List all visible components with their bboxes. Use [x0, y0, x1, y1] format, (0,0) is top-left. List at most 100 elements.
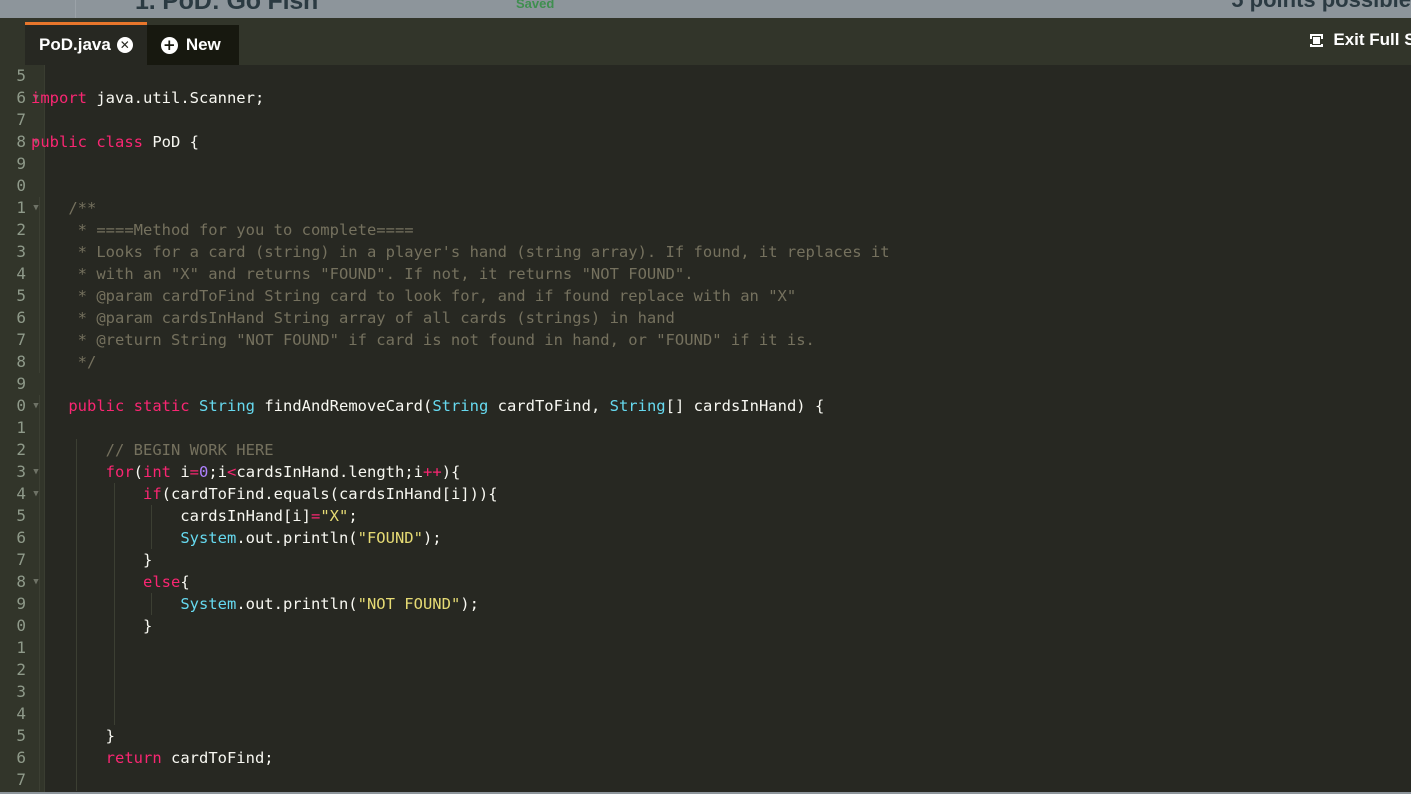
line-number: 1 — [0, 637, 26, 659]
code-text: * with an "X" and returns "FOUND". If no… — [31, 263, 694, 285]
code-line[interactable]: 3 * Looks for a card (string) in a playe… — [0, 241, 1411, 263]
code-line[interactable]: 4 — [0, 703, 1411, 725]
new-file-button[interactable]: + New — [147, 25, 239, 65]
code-line[interactable]: 1▼ /** — [0, 197, 1411, 219]
line-number: 0 — [0, 615, 26, 637]
line-number: 4 — [0, 263, 26, 285]
line-number: 2 — [0, 439, 26, 461]
line-number: 3 — [0, 461, 26, 483]
code-text: else{ — [31, 571, 190, 593]
code-content[interactable]: 56▼import java.util.Scanner;78▼public cl… — [0, 65, 1411, 792]
line-number: 5 — [0, 505, 26, 527]
code-text: * @param cardToFind String card to look … — [31, 285, 796, 307]
indent-guide — [114, 659, 115, 681]
code-line[interactable]: 1 — [0, 637, 1411, 659]
code-line[interactable]: 3▼ for(int i=0;i<cardsInHand.length;i++)… — [0, 461, 1411, 483]
code-text: * @return String "NOT FOUND" if card is … — [31, 329, 815, 351]
code-line[interactable]: 6 System.out.println("FOUND"); — [0, 527, 1411, 549]
code-line[interactable]: 7 — [0, 769, 1411, 791]
code-line[interactable]: 6 * @param cardsInHand String array of a… — [0, 307, 1411, 329]
code-text: for(int i=0;i<cardsInHand.length;i++){ — [31, 461, 460, 483]
plus-icon: + — [161, 37, 178, 54]
indent-guide — [39, 637, 40, 659]
line-number: 5 — [0, 65, 26, 87]
code-line[interactable]: 9 System.out.println("NOT FOUND"); — [0, 593, 1411, 615]
code-line[interactable]: 5 } — [0, 725, 1411, 747]
indent-guide — [39, 681, 40, 703]
line-number: 6 — [0, 307, 26, 329]
code-line[interactable]: 3 — [0, 681, 1411, 703]
line-number: 5 — [0, 725, 26, 747]
indent-guide — [39, 417, 40, 439]
line-number: 4 — [0, 703, 26, 725]
code-text: } — [31, 549, 152, 571]
close-icon[interactable]: ✕ — [117, 37, 133, 53]
new-file-label: New — [186, 35, 221, 55]
code-line[interactable]: 2 * ====Method for you to complete==== — [0, 219, 1411, 241]
code-text: public static String findAndRemoveCard(S… — [31, 395, 824, 417]
line-number: 5 — [0, 285, 26, 307]
line-number: 8 — [0, 131, 26, 153]
code-text: import java.util.Scanner; — [31, 87, 264, 109]
exit-fullscreen-button[interactable]: Exit Full Sc — [1310, 30, 1411, 50]
code-text: * ====Method for you to complete==== — [31, 219, 414, 241]
code-line[interactable]: 7 — [0, 109, 1411, 131]
indent-guide — [39, 769, 40, 791]
code-line[interactable]: 1 — [0, 417, 1411, 439]
code-text: /** — [31, 197, 96, 219]
line-number: 6 — [0, 527, 26, 549]
exit-fullscreen-label: Exit Full Sc — [1333, 30, 1411, 50]
code-text: } — [31, 725, 115, 747]
code-text: return cardToFind; — [31, 747, 274, 769]
code-line[interactable]: 6 return cardToFind; — [0, 747, 1411, 769]
line-number: 7 — [0, 769, 26, 791]
line-number: 9 — [0, 153, 26, 175]
header-divider — [75, 0, 76, 18]
line-number: 0 — [0, 395, 26, 417]
line-number: 2 — [0, 659, 26, 681]
line-number: 7 — [0, 549, 26, 571]
points-possible: 5 points possible — [1231, 0, 1411, 13]
line-number: 9 — [0, 593, 26, 615]
indent-guide — [76, 659, 77, 681]
code-text: // BEGIN WORK HERE — [31, 439, 274, 461]
code-line[interactable]: 2 // BEGIN WORK HERE — [0, 439, 1411, 461]
file-tab-pod-java[interactable]: PoD.java ✕ — [25, 22, 147, 65]
code-text: } — [31, 615, 152, 637]
code-line[interactable]: 7 } — [0, 549, 1411, 571]
code-line[interactable]: 8 */ — [0, 351, 1411, 373]
code-line[interactable]: 9 — [0, 373, 1411, 395]
line-number: 0 — [0, 175, 26, 197]
code-editor[interactable]: 56▼import java.util.Scanner;78▼public cl… — [0, 65, 1411, 792]
editor-toolbar: PoD.java ✕ + New Exit Full Sc — [0, 18, 1411, 65]
line-number: 6 — [0, 87, 26, 109]
line-number: 1 — [0, 417, 26, 439]
line-number: 9 — [0, 373, 26, 395]
line-number: 6 — [0, 747, 26, 769]
line-number: 8 — [0, 571, 26, 593]
code-line[interactable]: 2 — [0, 659, 1411, 681]
code-text: if(cardToFind.equals(cardsInHand[i])){ — [31, 483, 498, 505]
code-line[interactable]: 7 * @return String "NOT FOUND" if card i… — [0, 329, 1411, 351]
code-line[interactable]: 4▼ if(cardToFind.equals(cardsInHand[i]))… — [0, 483, 1411, 505]
indent-guide — [76, 637, 77, 659]
code-line[interactable]: 5 — [0, 65, 1411, 87]
code-line[interactable]: 0 } — [0, 615, 1411, 637]
code-line[interactable]: 0▼ public static String findAndRemoveCar… — [0, 395, 1411, 417]
code-line[interactable]: 5 * @param cardToFind String card to loo… — [0, 285, 1411, 307]
code-text: * Looks for a card (string) in a player'… — [31, 241, 890, 263]
line-number: 2 — [0, 219, 26, 241]
code-line[interactable]: 4 * with an "X" and returns "FOUND". If … — [0, 263, 1411, 285]
page-header: 1. PoD: Go Fish Saved 5 points possible — [0, 0, 1411, 18]
indent-guide — [114, 637, 115, 659]
code-line[interactable]: 9 — [0, 153, 1411, 175]
line-number: 7 — [0, 329, 26, 351]
line-number: 3 — [0, 681, 26, 703]
code-line[interactable]: 8▼public class PoD { — [0, 131, 1411, 153]
code-line[interactable]: 8▼ else{ — [0, 571, 1411, 593]
file-tab-strip: PoD.java ✕ + New — [25, 22, 239, 65]
line-number: 4 — [0, 483, 26, 505]
code-line[interactable]: 6▼import java.util.Scanner; — [0, 87, 1411, 109]
code-line[interactable]: 0 — [0, 175, 1411, 197]
code-line[interactable]: 5 cardsInHand[i]="X"; — [0, 505, 1411, 527]
